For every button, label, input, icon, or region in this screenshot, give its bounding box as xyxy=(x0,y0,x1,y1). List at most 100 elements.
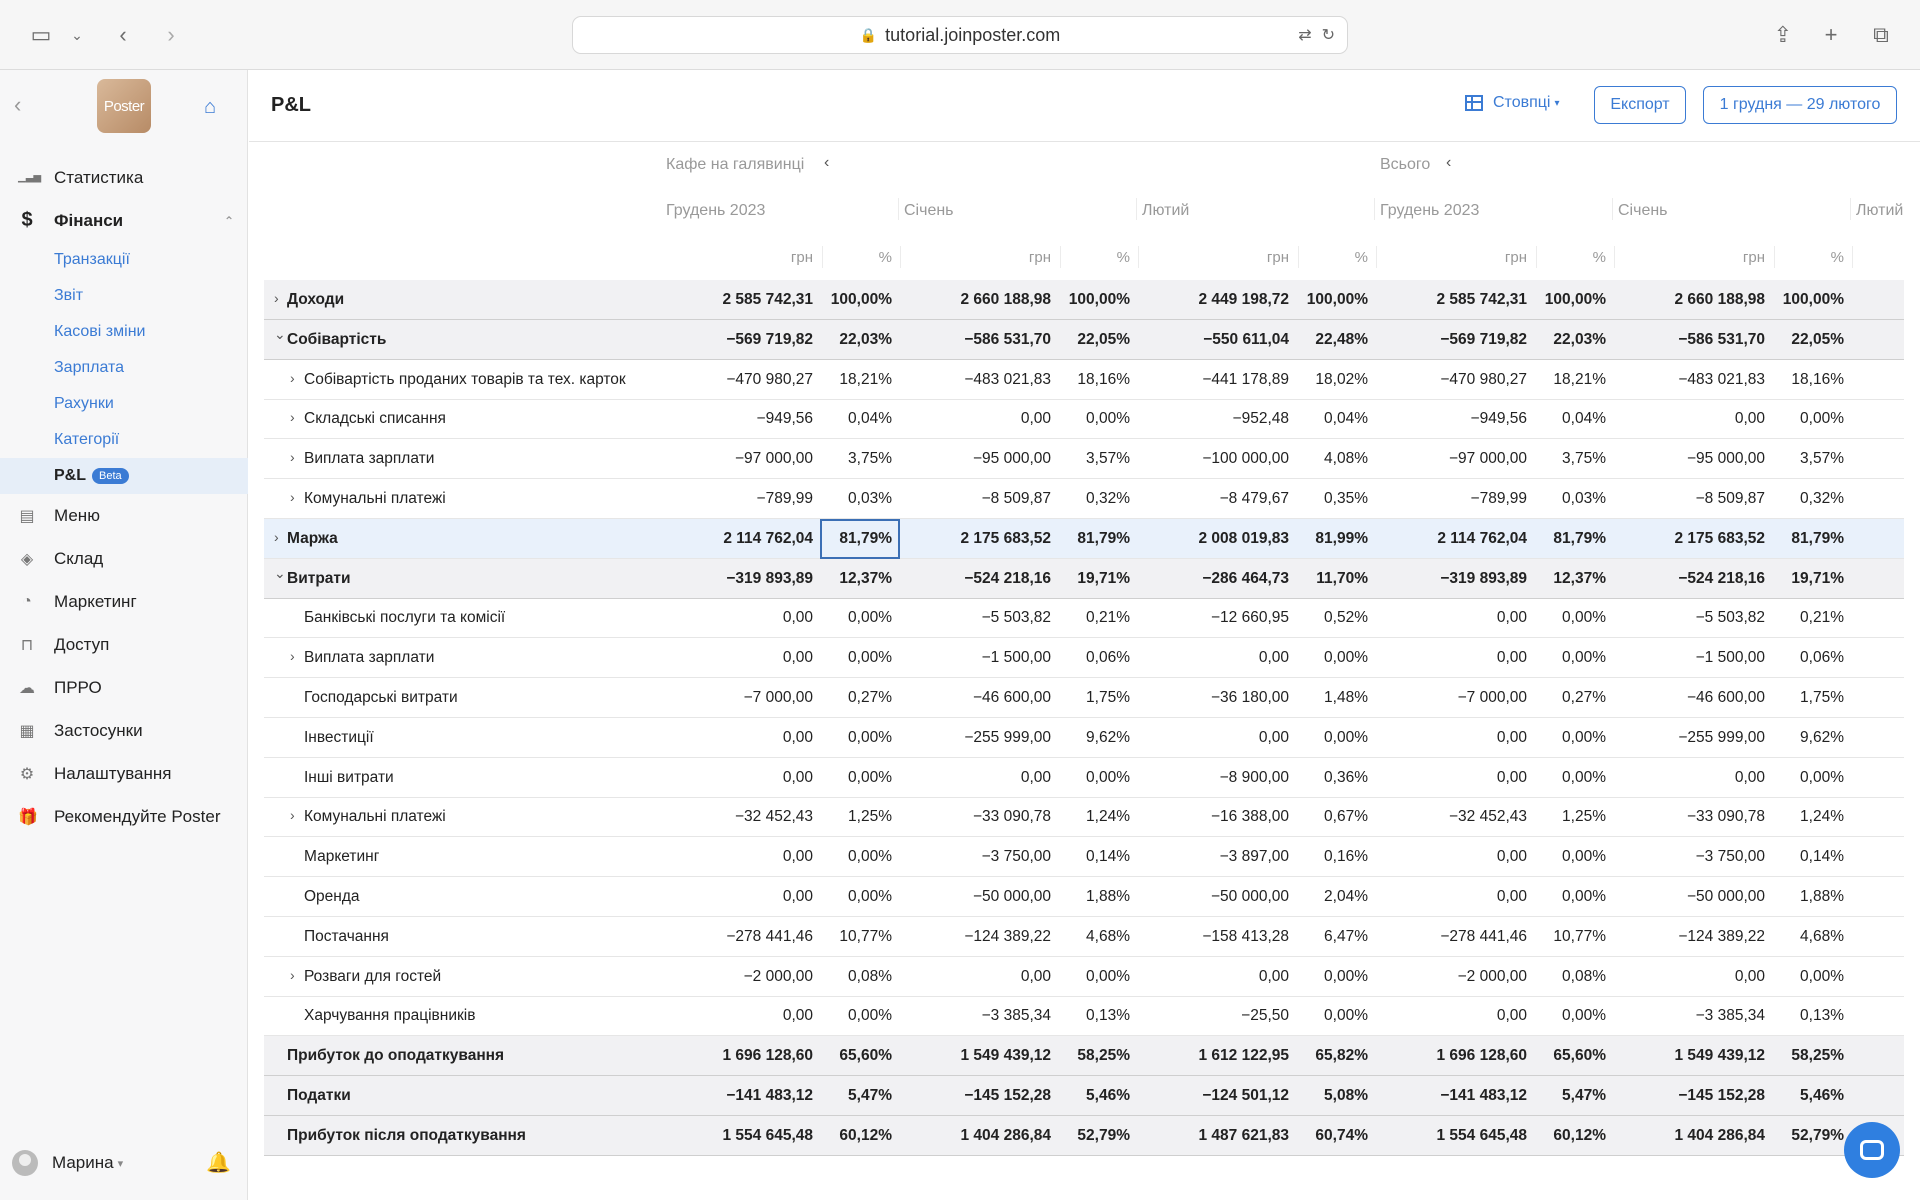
pct-cell[interactable]: 22,03% xyxy=(1526,331,1606,349)
amount-cell[interactable]: 0,00 xyxy=(653,729,813,747)
pct-cell[interactable]: 0,13% xyxy=(1764,1007,1844,1025)
pct-cell[interactable]: 65,60% xyxy=(812,1047,892,1065)
amount-cell[interactable]: 0,00 xyxy=(1367,729,1527,747)
columns-button[interactable]: Стовпці ▾ xyxy=(1465,94,1560,112)
pct-cell[interactable]: 18,16% xyxy=(1764,371,1844,389)
pct-cell[interactable]: 0,04% xyxy=(812,410,892,428)
sidebar-item-7[interactable]: ▦ Застосунки xyxy=(0,709,248,752)
pct-cell[interactable]: 19,71% xyxy=(1050,570,1130,588)
amount-cell[interactable]: −524 218,16 xyxy=(1605,570,1765,588)
sidebar-item-4[interactable]: ◔ Маркетинг xyxy=(0,580,248,623)
pct-cell[interactable]: 18,21% xyxy=(812,371,892,389)
pct-cell[interactable]: 60,12% xyxy=(1526,1127,1606,1145)
pos-terminal-icon[interactable]: ⌂ xyxy=(204,96,216,119)
pct-cell[interactable]: 0,00% xyxy=(1526,848,1606,866)
pct-cell[interactable]: 65,82% xyxy=(1288,1047,1368,1065)
amount-cell[interactable]: −124 389,22 xyxy=(891,928,1051,946)
table-row[interactable]: Інші витрати 0,00 0,00% 0,00 0,00% −8 900,00 0… xyxy=(264,758,1904,798)
amount-cell[interactable]: 2 660 188,98 xyxy=(891,291,1051,309)
chevron-right-icon[interactable]: › xyxy=(290,967,295,983)
amount-cell[interactable]: 0,00 xyxy=(1367,1007,1527,1025)
amount-cell[interactable]: −5 503,82 xyxy=(1605,609,1765,627)
amount-cell[interactable]: 0,00 xyxy=(1367,848,1527,866)
amount-cell[interactable]: −3 897,00 xyxy=(1129,848,1289,866)
amount-cell[interactable]: 1 404 286,84 xyxy=(891,1127,1051,1145)
pct-cell[interactable]: 0,27% xyxy=(812,689,892,707)
pct-cell[interactable]: 0,14% xyxy=(1764,848,1844,866)
pct-cell[interactable]: 1,88% xyxy=(1050,888,1130,906)
amount-cell[interactable]: 0,00 xyxy=(653,609,813,627)
pct-cell[interactable]: 1,75% xyxy=(1050,689,1130,707)
table-row[interactable]: › Комунальні платежі −789,99 0,03% −8 509,87… xyxy=(264,479,1904,519)
amount-cell[interactable]: −97 000,00 xyxy=(1367,450,1527,468)
amount-cell[interactable]: 0,00 xyxy=(653,1007,813,1025)
table-row[interactable]: Оренда 0,00 0,00% −50 000,00 1,88% −50 000,00… xyxy=(264,877,1904,917)
pct-cell[interactable]: 5,47% xyxy=(1526,1087,1606,1105)
pct-cell[interactable]: 22,48% xyxy=(1288,331,1368,349)
amount-cell[interactable]: 0,00 xyxy=(1129,968,1289,986)
amount-cell[interactable]: −949,56 xyxy=(653,410,813,428)
pct-cell[interactable]: 9,62% xyxy=(1764,729,1844,747)
amount-cell[interactable]: −97 000,00 xyxy=(653,450,813,468)
pct-cell[interactable]: 12,37% xyxy=(812,570,892,588)
amount-cell[interactable]: 1 696 128,60 xyxy=(653,1047,813,1065)
pct-cell[interactable]: 100,00% xyxy=(1764,291,1844,309)
amount-cell[interactable]: 2 585 742,31 xyxy=(1367,291,1527,309)
amount-cell[interactable]: 2 175 683,52 xyxy=(1605,530,1765,548)
amount-cell[interactable]: −33 090,78 xyxy=(1605,808,1765,826)
sidebar-item-1[interactable]: $ Фінанси ⌃ xyxy=(0,199,248,242)
user-menu[interactable]: Марина ▾ xyxy=(12,1150,123,1176)
amount-cell[interactable]: −16 388,00 xyxy=(1129,808,1289,826)
amount-cell[interactable]: −5 503,82 xyxy=(891,609,1051,627)
pct-cell[interactable]: 0,00% xyxy=(812,649,892,667)
sidebar-subitem-4[interactable]: Рахунки xyxy=(0,386,248,422)
chevron-right-icon[interactable]: › xyxy=(290,449,295,465)
amount-cell[interactable]: 0,00 xyxy=(1129,649,1289,667)
table-row[interactable]: › Комунальні платежі −32 452,43 1,25% −33 09… xyxy=(264,797,1904,837)
amount-cell[interactable]: −46 600,00 xyxy=(891,689,1051,707)
pct-cell[interactable]: 0,00% xyxy=(1526,649,1606,667)
amount-cell[interactable]: 2 175 683,52 xyxy=(891,530,1051,548)
chevron-down-icon[interactable]: ⌄ xyxy=(64,22,90,48)
pct-cell[interactable]: 3,75% xyxy=(812,450,892,468)
pct-cell[interactable]: 0,00% xyxy=(812,1007,892,1025)
pct-cell[interactable]: 0,00% xyxy=(812,769,892,787)
amount-cell[interactable]: −141 483,12 xyxy=(653,1087,813,1105)
sidebar-item-6[interactable]: ☁ ПРРО xyxy=(0,666,248,709)
amount-cell[interactable]: 0,00 xyxy=(1367,888,1527,906)
pct-cell[interactable]: 0,00% xyxy=(1288,1007,1368,1025)
pct-cell[interactable]: 52,79% xyxy=(1050,1127,1130,1145)
pct-cell[interactable]: 0,67% xyxy=(1288,808,1368,826)
pct-cell[interactable]: 81,79% xyxy=(1764,530,1844,548)
pct-cell[interactable]: 4,68% xyxy=(1764,928,1844,946)
pct-cell[interactable]: 0,35% xyxy=(1288,490,1368,508)
amount-cell[interactable]: −8 900,00 xyxy=(1129,769,1289,787)
pct-cell[interactable]: 0,32% xyxy=(1764,490,1844,508)
amount-cell[interactable]: −550 611,04 xyxy=(1129,331,1289,349)
amount-cell[interactable]: −319 893,89 xyxy=(1367,570,1527,588)
pct-cell[interactable]: 52,79% xyxy=(1764,1127,1844,1145)
amount-cell[interactable]: 2 585 742,31 xyxy=(653,291,813,309)
amount-cell[interactable]: −8 509,87 xyxy=(1605,490,1765,508)
amount-cell[interactable]: −286 464,73 xyxy=(1129,570,1289,588)
chevron-down-icon[interactable]: ⌄ xyxy=(274,565,286,582)
pct-cell[interactable]: 81,79% xyxy=(1526,530,1606,548)
amount-cell[interactable]: −124 501,12 xyxy=(1129,1087,1289,1105)
pct-cell[interactable]: 0,08% xyxy=(812,968,892,986)
sidebar-subitem-3[interactable]: Зарплата xyxy=(0,350,248,386)
pct-cell[interactable]: 0,04% xyxy=(1526,410,1606,428)
pct-cell[interactable]: 22,05% xyxy=(1764,331,1844,349)
tabs-overview-icon[interactable]: ⧉ xyxy=(1868,22,1894,48)
pct-cell[interactable]: 12,37% xyxy=(1526,570,1606,588)
amount-cell[interactable]: −145 152,28 xyxy=(891,1087,1051,1105)
pct-cell[interactable]: 0,04% xyxy=(1288,410,1368,428)
pct-cell[interactable]: 100,00% xyxy=(1526,291,1606,309)
pct-cell[interactable]: 5,47% xyxy=(812,1087,892,1105)
pct-cell[interactable]: 0,00% xyxy=(812,848,892,866)
translate-icon[interactable]: ⇄ xyxy=(1298,25,1311,45)
pct-cell[interactable]: 18,16% xyxy=(1050,371,1130,389)
reload-icon[interactable]: ↻ xyxy=(1322,25,1335,45)
amount-cell[interactable]: 1 549 439,12 xyxy=(1605,1047,1765,1065)
pct-cell[interactable]: 0,00% xyxy=(1526,769,1606,787)
pct-cell[interactable]: 0,00% xyxy=(812,729,892,747)
